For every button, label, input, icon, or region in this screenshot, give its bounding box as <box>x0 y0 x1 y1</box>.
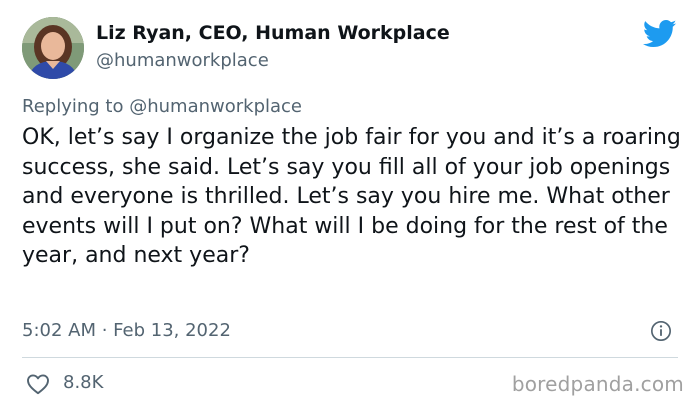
tweet-timestamp[interactable]: 5:02 AM · Feb 13, 2022 <box>22 320 231 341</box>
author-handle[interactable]: @humanworkplace <box>96 50 269 71</box>
tweet-card: Liz Ryan, CEO, Human Workplace @humanwor… <box>0 0 700 410</box>
reply-mention-link[interactable]: @humanworkplace <box>129 96 302 117</box>
avatar[interactable] <box>22 17 84 79</box>
divider <box>22 357 678 358</box>
replying-to: Replying to @humanworkplace <box>22 96 302 117</box>
author-display-name[interactable]: Liz Ryan, CEO, Human Workplace <box>96 22 450 44</box>
source-watermark: boredpanda.com <box>511 372 684 396</box>
heart-icon[interactable] <box>26 373 50 395</box>
info-icon[interactable] <box>650 320 672 342</box>
like-count[interactable]: 8.8K <box>63 372 103 393</box>
replying-to-label: Replying to <box>22 96 124 117</box>
twitter-bird-icon[interactable] <box>643 19 677 49</box>
tweet-text: OK, let’s say I organize the job fair fo… <box>22 125 681 268</box>
